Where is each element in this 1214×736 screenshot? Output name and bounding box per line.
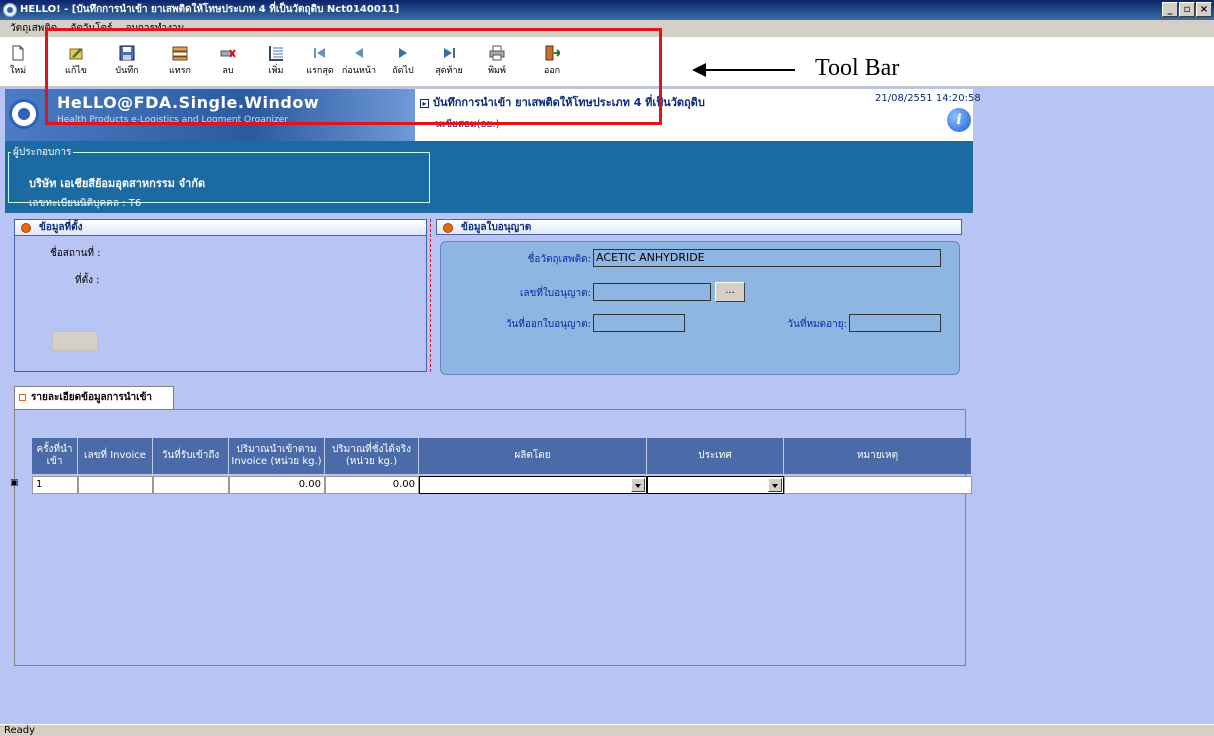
country-dropdown[interactable] [647, 476, 784, 494]
chevron-down-icon[interactable] [768, 478, 782, 492]
tab-bullet-icon [19, 394, 26, 401]
app-icon [3, 3, 17, 17]
expire-date-field[interactable] [849, 314, 941, 332]
operator-legend: ผู้ประกอบการ [13, 147, 72, 158]
printer-icon [489, 45, 505, 61]
column-header[interactable]: หมายเหตุ [784, 438, 972, 474]
license-panel: ข้อมูลใบอนุญาต ชื่อวัตถุเสพติด: ACETIC A… [436, 219, 962, 377]
close-button[interactable]: × [1196, 2, 1212, 17]
logo-area: HeLLO@FDA.Single.Window Health Products … [5, 89, 415, 141]
datetime: 21/08/2551 14:20:58 [875, 93, 981, 104]
license-panel-body: ชื่อวัตถุเสพติด: ACETIC ANHYDRIDE เลขที่… [440, 241, 960, 375]
operator-section: ผู้ประกอบการ บริษัท เอเชียสีย้อมอุตสาหกร… [5, 141, 973, 213]
window-title: HELLO! - [บันทึกการนำเข้า ยาเสพติดให้โทษ… [20, 4, 400, 15]
menu-window[interactable]: จัดวันโดร์ [70, 23, 112, 34]
form-subtitle: นเขียสอม(อย.) [435, 119, 500, 130]
operator-fieldset: ผู้ประกอบการ บริษัท เอเชียสีย้อมอุตสาหกร… [8, 145, 430, 209]
import-detail-section: รายละเอียดข้อมูลการนำเข้า ครั้งที่นำเข้า… [10, 386, 972, 666]
location-panel: ข้อมูลที่ตั้ง ชื่อสถานที่ : ที่ตั้ง : [14, 219, 427, 372]
toolbar: ใหม่ แก้ไข บันทึก แทรก ลบ เพิ่ม แรกสุด ก… [0, 37, 1214, 87]
menu-narcotics[interactable]: วัตถุเสพติด [10, 23, 57, 34]
column-header[interactable]: วันที่รับเข้าถึง [153, 438, 229, 474]
license-panel-header: ข้อมูลใบอนุญาต [436, 219, 962, 235]
location-select-button[interactable] [52, 331, 98, 351]
substance-label: ชื่อวัตถุเสพติด: [527, 254, 591, 265]
minimize-button[interactable]: _ [1162, 2, 1178, 17]
info-icon[interactable]: i [947, 108, 971, 132]
substance-field[interactable]: ACETIC ANHYDRIDE [593, 249, 941, 267]
first-record-icon [312, 45, 328, 61]
collapse-icon[interactable]: ▸ [420, 99, 429, 108]
chevron-down-icon[interactable] [631, 478, 645, 492]
cell-remark[interactable] [784, 476, 972, 494]
tab-import-detail[interactable]: รายละเอียดข้อมูลการนำเข้า [14, 386, 174, 410]
column-header[interactable]: ปริมาณที่ชั่งได้จริง (หน่วย kg.) [325, 438, 419, 474]
restore-button[interactable]: ▫ [1179, 2, 1195, 17]
form-title: ▸ บันทึกการนำเข้า ยาเสพติดให้โทษประเภท 4 … [420, 93, 705, 111]
add-row-icon [268, 45, 284, 61]
cell-receive-date[interactable] [153, 476, 229, 494]
location-panel-header: ข้อมูลที่ตั้ง [15, 220, 426, 236]
save-icon [119, 45, 135, 61]
column-header[interactable]: ประเทศ [647, 438, 784, 474]
annotation-label: Tool Bar [815, 55, 900, 81]
delete-button[interactable]: ลบ [208, 41, 248, 83]
insert-button[interactable]: แทรก [160, 41, 200, 83]
header-banner: HeLLO@FDA.Single.Window Health Products … [5, 89, 981, 141]
section-bullet-icon [443, 223, 453, 233]
column-header[interactable]: ครั้งที่นำเข้า [32, 438, 78, 474]
column-header[interactable]: ผลิตโดย [419, 438, 647, 474]
last-record-icon [441, 45, 457, 61]
issue-date-label: วันที่ออกใบอนุญาต: [505, 319, 591, 330]
company-name: บริษัท เอเชียสีย้อมอุตสาหกรรม จำกัด [29, 177, 206, 190]
insert-icon [172, 45, 188, 61]
cell-qty-invoice[interactable]: 0.00 [229, 476, 325, 494]
edit-icon [68, 45, 84, 61]
address-label: ที่ตั้ง : [75, 275, 100, 286]
section-bullet-icon [21, 223, 31, 233]
panel-divider [430, 219, 431, 372]
last-record-button[interactable]: สุดท้าย [429, 41, 469, 83]
license-browse-button[interactable]: ... [715, 282, 745, 302]
issue-date-field[interactable] [593, 314, 685, 332]
exit-button[interactable]: ออก [532, 41, 572, 83]
next-record-button[interactable]: ถัดไป [383, 41, 423, 83]
cell-import-no[interactable]: 1 [32, 476, 78, 494]
next-record-icon [395, 45, 411, 61]
producer-dropdown[interactable] [419, 476, 647, 494]
save-button[interactable]: บันทึก [107, 41, 147, 83]
logo-subtitle: Health Products e-Logistics and Logment … [57, 115, 288, 125]
menu-bar: วัตถุเสพติด จัดวันโดร์ จบการทำงาน [0, 20, 1214, 37]
expire-date-label: วันที่หมดอายุ: [787, 319, 847, 330]
annotation-arrow-icon [692, 63, 795, 77]
add-button[interactable]: เพิ่ม [256, 41, 296, 83]
menu-exit[interactable]: จบการทำงาน [126, 23, 185, 34]
registration-number: เลขทะเบียนนิติบุคคล : T6 [29, 198, 142, 209]
app-window: HELLO! - [บันทึกการนำเข้า ยาเสพติดให้โทษ… [0, 0, 1214, 736]
new-doc-icon [10, 45, 26, 61]
previous-record-icon [351, 45, 367, 61]
license-number-field[interactable] [593, 283, 711, 301]
row-selector-icon[interactable]: ▣ [10, 478, 19, 488]
premises-label: ชื่อสถานที่ : [50, 248, 101, 259]
status-bar: Ready [0, 724, 1214, 736]
delete-icon [220, 45, 236, 61]
new-button[interactable]: ใหม่ [0, 41, 38, 83]
title-bar: HELLO! - [บันทึกการนำเข้า ยาเสพติดให้โทษ… [0, 0, 1214, 20]
exit-icon [544, 45, 562, 61]
import-detail-body: ครั้งที่นำเข้า เลขที่ Invoice วันที่รับเ… [10, 409, 972, 666]
logo-text: HeLLO@FDA.Single.Window [57, 93, 320, 112]
column-header[interactable]: ปริมาณนำเข้าตาม Invoice (หน่วย kg.) [229, 438, 325, 474]
license-number-label: เลขที่ใบอนุญาต: [519, 288, 591, 299]
fda-logo-icon [9, 99, 39, 129]
column-header[interactable]: เลขที่ Invoice [78, 438, 153, 474]
cell-invoice[interactable] [78, 476, 153, 494]
cell-qty-actual[interactable]: 0.00 [325, 476, 419, 494]
previous-record-button[interactable]: ก่อนหน้า [339, 41, 379, 83]
edit-button[interactable]: แก้ไข [56, 41, 96, 83]
first-record-button[interactable]: แรกสุด [300, 41, 340, 83]
print-button[interactable]: พิมพ์ [477, 41, 517, 83]
